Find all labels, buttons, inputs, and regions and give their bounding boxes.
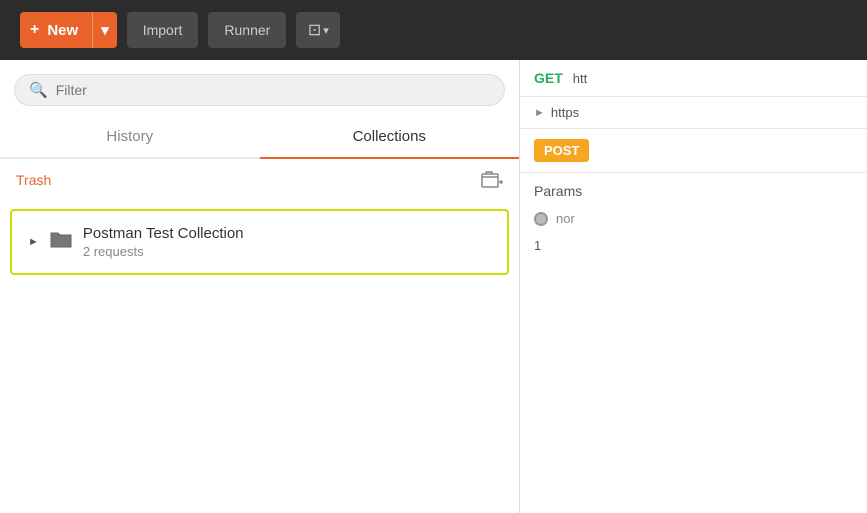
number-value: 1: [534, 238, 541, 253]
toolbar: + New ▾ Import Runner ⊡ ▾: [0, 0, 867, 60]
new-collection-button[interactable]: [481, 169, 503, 191]
get-bar: GET htt: [520, 60, 867, 97]
sync-button[interactable]: ⊡ ▾: [296, 12, 340, 48]
right-panel: GET htt ► https POST Params nor 1: [520, 60, 867, 513]
tab-collections[interactable]: Collections: [260, 116, 520, 157]
tab-history[interactable]: History: [0, 116, 260, 157]
radio-row: nor: [520, 205, 867, 232]
runner-label: Runner: [224, 22, 270, 38]
url-partial: htt: [573, 71, 587, 86]
number-row: 1: [520, 232, 867, 259]
sidebar-actions: Trash: [0, 159, 519, 201]
plus-icon: +: [30, 21, 39, 39]
post-method-badge: POST: [534, 139, 589, 162]
radio-label: nor: [556, 211, 575, 226]
folder-icon: [49, 229, 73, 255]
collection-info: Postman Test Collection 2 requests: [83, 225, 244, 259]
new-dropdown-arrow[interactable]: ▾: [93, 12, 117, 48]
expand-arrow-icon: ►: [28, 236, 39, 248]
search-icon: 🔍: [29, 81, 48, 99]
collection-list: ► Postman Test Collection 2 requests: [0, 201, 519, 283]
import-button[interactable]: Import: [127, 12, 199, 48]
sync-icon: ⊡: [308, 20, 321, 40]
tabs-row: History Collections: [0, 116, 519, 159]
new-button[interactable]: + New ▾: [20, 12, 117, 48]
collection-item[interactable]: ► Postman Test Collection 2 requests: [10, 209, 509, 275]
radio-button[interactable]: [534, 212, 548, 226]
filter-input[interactable]: [56, 82, 490, 98]
trash-link[interactable]: Trash: [16, 172, 51, 188]
url-row: ► https: [520, 97, 867, 129]
get-method-badge: GET: [534, 70, 563, 86]
params-label: Params: [520, 173, 867, 205]
filter-bar: 🔍: [0, 60, 519, 116]
chevron-down-icon: ▾: [101, 21, 109, 39]
url-arrow-icon: ►: [534, 107, 545, 119]
collection-name: Postman Test Collection: [83, 225, 244, 242]
main-area: 🔍 History Collections Trash: [0, 60, 867, 513]
sidebar: 🔍 History Collections Trash: [0, 60, 520, 513]
import-label: Import: [143, 22, 183, 38]
url-text: https: [551, 105, 579, 120]
runner-button[interactable]: Runner: [208, 12, 286, 48]
sync-dropdown-arrow: ▾: [323, 24, 329, 37]
post-row: POST: [520, 129, 867, 173]
filter-input-wrap[interactable]: 🔍: [14, 74, 505, 106]
new-button-label: New: [47, 22, 78, 39]
collection-meta: 2 requests: [83, 244, 244, 259]
